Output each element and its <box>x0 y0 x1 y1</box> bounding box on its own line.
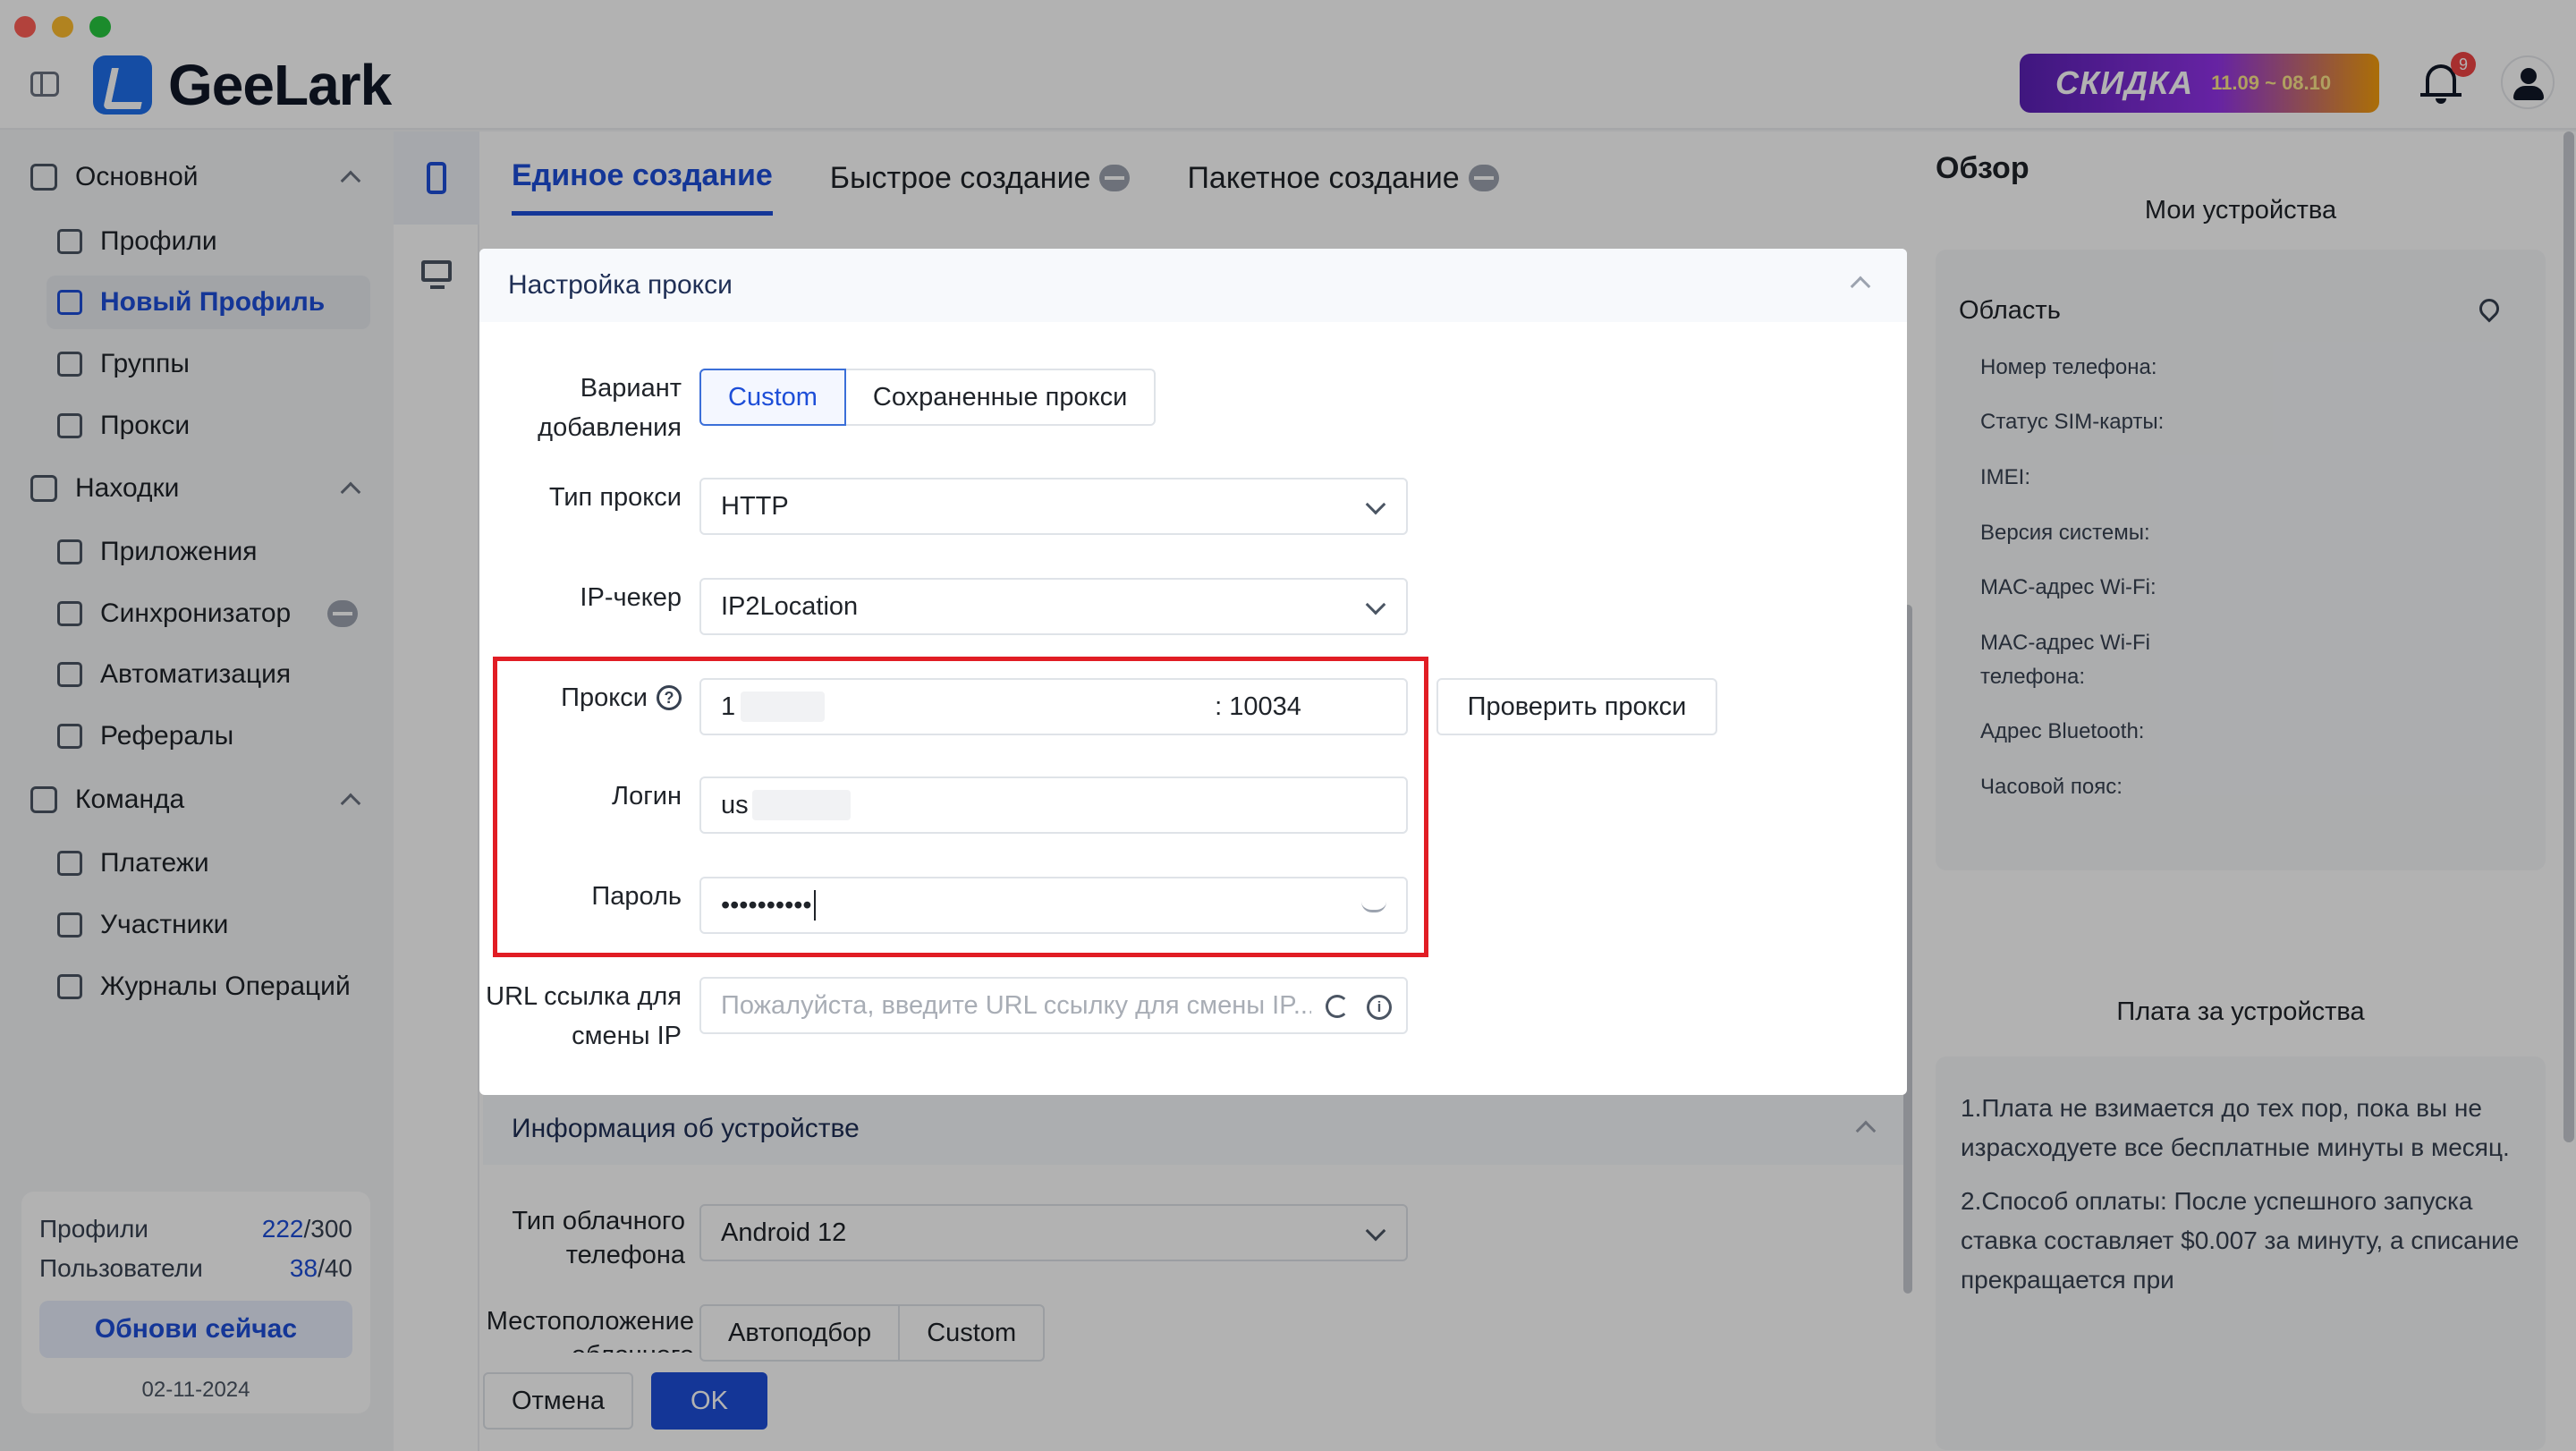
check-proxy-button[interactable]: Проверить прокси <box>1436 678 1717 735</box>
url-change-ip-input[interactable]: Пожалуйста, введите URL ссылку для смены… <box>699 977 1408 1034</box>
ip-checker-select[interactable]: IP2Location <box>699 578 1408 635</box>
add-variant-custom[interactable]: Custom <box>699 369 846 426</box>
proxy-type-select[interactable]: HTTP <box>699 478 1408 535</box>
section-title: Настройка прокси <box>508 270 733 300</box>
proxy-type-label: Тип прокси <box>548 483 682 512</box>
chevron-down-icon <box>1365 594 1386 615</box>
add-variant-segmented: Custom Сохраненные прокси <box>699 369 1157 426</box>
highlight-box <box>493 657 1428 957</box>
chevron-down-icon <box>1365 494 1386 515</box>
ip-checker-label: IP-чекер <box>580 583 682 612</box>
url-change-ip-label: URL ссылка для смены IP <box>486 982 682 1050</box>
info-icon[interactable]: i <box>1367 995 1392 1020</box>
select-value: IP2Location <box>721 591 859 621</box>
add-variant-saved[interactable]: Сохраненные прокси <box>845 369 1157 426</box>
add-variant-label: Вариант добавления <box>538 374 682 442</box>
select-value: HTTP <box>721 491 789 521</box>
refresh-icon[interactable] <box>1326 995 1349 1018</box>
proxy-settings-header[interactable]: Настройка прокси <box>479 249 1907 322</box>
input-placeholder: Пожалуйста, введите URL ссылку для смены… <box>721 990 1311 1020</box>
chevron-up-icon <box>1850 276 1871 297</box>
